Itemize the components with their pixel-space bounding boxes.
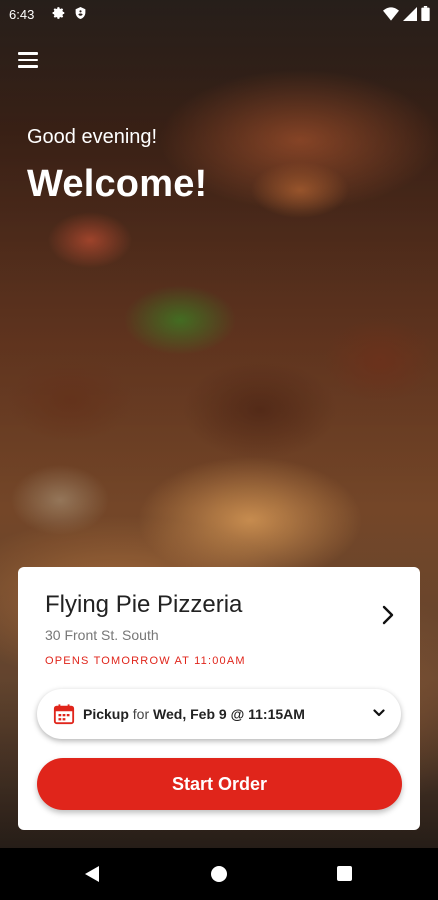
system-navigation-bar [0,848,438,900]
welcome-title: Welcome! [27,163,208,205]
greeting-text: Good evening! [27,126,158,148]
gear-icon [52,7,65,19]
pickup-summary: Pickup for Wed, Feb 9 @ 11:15AM [83,706,305,722]
start-order-button[interactable]: Start Order [37,758,402,810]
pickup-time-selector[interactable]: Pickup for Wed, Feb 9 @ 11:15AM [37,689,401,739]
status-system-icons [383,6,430,21]
signal-icon [403,6,417,21]
calendar-icon [53,704,75,725]
battery-icon [421,6,430,21]
store-card: Flying Pie Pizzeria 30 Front St. South O… [18,567,420,830]
home-circle-icon[interactable] [211,866,227,882]
pickup-mode: Pickup [83,706,129,722]
wifi-icon [383,6,399,21]
recents-square-icon[interactable] [337,866,352,881]
chevron-down-icon [373,709,385,717]
chevron-right-icon[interactable] [382,605,394,625]
back-triangle-icon[interactable] [84,865,100,883]
shield-icon [75,7,86,19]
status-notification-icons [52,6,87,20]
store-name[interactable]: Flying Pie Pizzeria [45,591,242,619]
hamburger-menu-icon[interactable] [18,52,38,70]
status-bar: 6:43 [0,0,438,30]
store-address: 30 Front St. South [45,627,159,643]
status-time: 6:43 [9,7,35,22]
pickup-connector: for [128,706,154,722]
pickup-datetime: Wed, Feb 9 @ 11:15AM [153,706,305,722]
store-hours-status: OPENS TOMORROW AT 11:00AM [45,655,246,667]
